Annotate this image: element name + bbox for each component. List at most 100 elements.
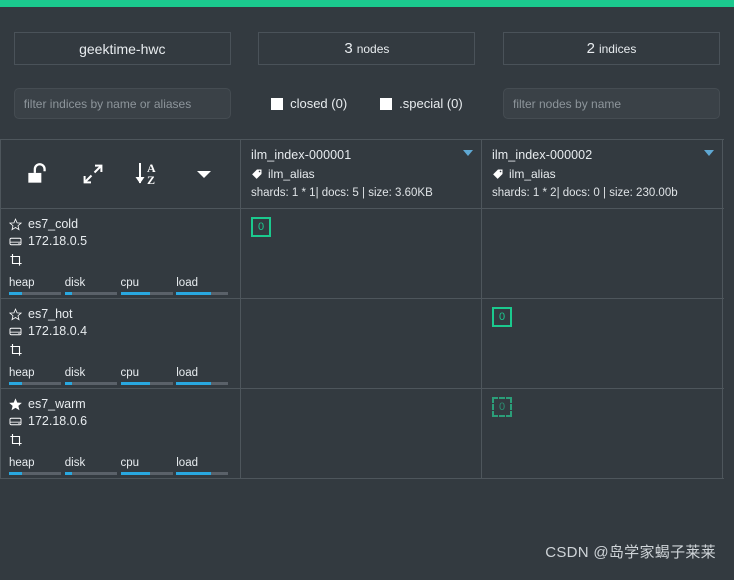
table-row: es7_cold 172.18.0.5 heap disk cpu load 0: [1, 209, 724, 299]
metric-load-label-1: load: [176, 367, 198, 379]
grid-toolbar: A Z: [1, 140, 240, 208]
metric-cpu-bar-2: [120, 472, 173, 475]
shard-cell-0-1: [482, 209, 723, 298]
nodes-count-value: 3: [344, 40, 353, 57]
index-alias-label-0: ilm_alias: [268, 167, 315, 181]
cluster-header: geektime-hwc 3 nodes 2 indices closed (0…: [0, 7, 734, 132]
metric-load-fill-1: [176, 382, 211, 385]
node-name-1: es7_hot: [28, 307, 73, 321]
metric-load-2: load: [176, 457, 232, 475]
index-name-1: ilm_index-000002: [492, 148, 593, 162]
metric-cpu-0: cpu: [120, 277, 177, 295]
node-ip-2: 172.18.0.6: [28, 414, 88, 428]
data-node-icon: [10, 254, 22, 266]
metric-cpu-fill-2: [120, 472, 150, 475]
node-metrics-0: heap disk cpu load: [9, 275, 232, 295]
data-node-icon: [10, 344, 22, 356]
metric-heap-2: heap: [9, 457, 65, 475]
metric-disk-fill-1: [64, 382, 72, 385]
grid-toolbar-cell: A Z: [1, 140, 241, 208]
index-stats-0: shards: 1 * 1| docs: 5 | size: 3.60KB: [251, 187, 433, 199]
node-cell-0: es7_cold 172.18.0.5 heap disk cpu load: [1, 209, 241, 298]
node-name-row-1: es7_hot: [9, 307, 232, 321]
shard-cell-2-0: [241, 389, 482, 478]
index-stats-1: shards: 1 * 2| docs: 0 | size: 230.00b: [492, 187, 678, 199]
unlock-icon[interactable]: [20, 157, 54, 191]
node-ip-row-0: 172.18.0.5: [9, 234, 232, 248]
star-icon: [9, 307, 22, 320]
shard-box[interactable]: 0: [492, 307, 512, 327]
node-cell-1: es7_hot 172.18.0.4 heap disk cpu load: [1, 299, 241, 388]
star-filled-icon: [9, 397, 22, 410]
shard-box-replica[interactable]: 0: [492, 397, 512, 417]
node-ip-0: 172.18.0.5: [28, 234, 88, 248]
svg-text:Z: Z: [147, 173, 155, 187]
metric-heap-bar-1: [9, 382, 61, 385]
metric-disk-2: disk: [64, 457, 121, 475]
hdd-icon: [9, 327, 22, 335]
nodes-filter-cell: [489, 88, 734, 119]
node-cell-2: es7_warm 172.18.0.6 heap disk cpu load: [1, 389, 241, 478]
hdd-icon: [9, 417, 22, 425]
metric-heap-label-1: heap: [9, 367, 35, 379]
metric-heap-1: heap: [9, 367, 65, 385]
metric-disk-fill-2: [64, 472, 72, 475]
metric-disk-1: disk: [64, 367, 121, 385]
index-alias-0: ilm_alias: [251, 167, 471, 181]
metric-disk-bar-0: [64, 292, 117, 295]
cluster-name-label: geektime-hwc: [79, 40, 166, 57]
node-ip-1: 172.18.0.4: [28, 324, 88, 338]
index-alias-1: ilm_alias: [492, 167, 712, 181]
shard-box[interactable]: 0: [251, 217, 271, 237]
metric-cpu-label-0: cpu: [120, 277, 140, 289]
cluster-name-box[interactable]: geektime-hwc: [13, 32, 231, 65]
checkbox-special-box[interactable]: [380, 97, 393, 110]
metric-heap-bar-0: [9, 292, 61, 295]
metric-heap-fill-0: [9, 292, 22, 295]
metric-cpu-fill-0: [120, 292, 150, 295]
checkbox-closed[interactable]: closed (0): [271, 96, 347, 111]
metric-disk-label-0: disk: [64, 277, 86, 289]
header-filter-row: closed (0) .special (0): [0, 88, 734, 119]
node-roles-0: [9, 251, 232, 269]
index-menu-caret-0[interactable]: [463, 150, 473, 156]
checkbox-closed-box[interactable]: [271, 97, 284, 110]
nodes-filter-input[interactable]: [502, 88, 720, 119]
metric-load-bar-0: [176, 292, 229, 295]
table-row: es7_warm 172.18.0.6 heap disk cpu load 0: [1, 389, 724, 478]
checkbox-special[interactable]: .special (0): [380, 96, 463, 111]
node-name-0: es7_cold: [28, 217, 79, 231]
metric-load-bar-1: [176, 382, 229, 385]
index-filter-checkboxes: closed (0) .special (0): [245, 88, 490, 119]
star-icon: [9, 217, 22, 230]
index-name-0: ilm_index-000001: [251, 148, 352, 162]
metric-cpu-label-1: cpu: [120, 367, 140, 379]
metric-heap-0: heap: [9, 277, 65, 295]
metric-heap-fill-2: [9, 472, 22, 475]
sort-az-icon[interactable]: A Z: [131, 157, 165, 191]
index-menu-caret-1[interactable]: [704, 150, 714, 156]
grid-header-row: A Z ilm_index-000001 ilm_alias shards: 1…: [1, 140, 724, 209]
node-name-row-2: es7_warm: [9, 397, 232, 411]
node-roles-2: [9, 431, 232, 449]
expand-arrows-icon[interactable]: [76, 157, 110, 191]
metric-heap-label-0: heap: [9, 277, 35, 289]
node-metrics-2: heap disk cpu load: [9, 455, 232, 475]
metric-cpu-1: cpu: [120, 367, 177, 385]
chevron-down-icon[interactable]: [187, 157, 221, 191]
metric-disk-bar-1: [64, 382, 117, 385]
shard-cell-2-1: 0: [482, 389, 723, 478]
data-node-icon: [10, 434, 22, 446]
indices-filter-input[interactable]: [13, 88, 231, 119]
metric-load-label-2: load: [176, 457, 198, 469]
indices-count-box[interactable]: 2 indices: [502, 32, 720, 65]
tag-icon: [493, 169, 503, 179]
node-roles-1: [9, 341, 232, 359]
indices-count-label: indices: [598, 41, 637, 56]
metric-load-1: load: [176, 367, 232, 385]
metric-load-label-0: load: [176, 277, 198, 289]
metric-disk-label-2: disk: [64, 457, 86, 469]
nodes-count-box[interactable]: 3 nodes: [258, 32, 476, 65]
node-metrics-1: heap disk cpu load: [9, 365, 232, 385]
metric-disk-label-1: disk: [64, 367, 86, 379]
